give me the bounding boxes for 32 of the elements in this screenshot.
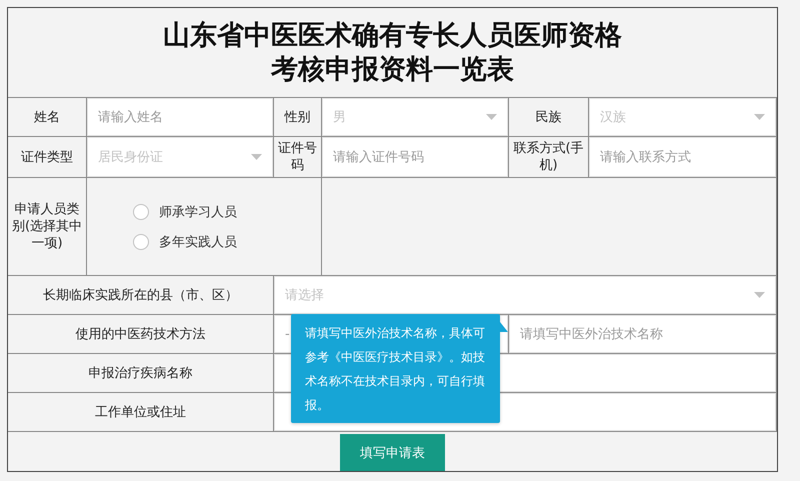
field-label: 申报治疗疾病名称 xyxy=(88,364,194,382)
radio-option[interactable]: 多年实践人员 xyxy=(133,232,237,250)
select-field[interactable]: 男 xyxy=(322,98,508,136)
field-label: 姓名 xyxy=(33,108,61,126)
field-label: 使用的中医药技术方法 xyxy=(74,326,206,342)
input-field[interactable]: 请输入证件号码 xyxy=(322,137,508,177)
tooltip-pointer-icon xyxy=(500,322,508,332)
select-field[interactable]: 请选择 xyxy=(274,276,776,314)
select-field[interactable]: 汉族 xyxy=(589,98,776,136)
input-field[interactable]: 请输入姓名 xyxy=(87,98,273,136)
caret-icon xyxy=(251,154,262,160)
submit-button[interactable]: 填写申请表 xyxy=(340,434,445,471)
field-label: 证件类型 xyxy=(20,148,74,166)
page-title: 山东省中医医术确有专长人员医师资格 xyxy=(163,18,622,52)
field-label: 证件号码 xyxy=(277,140,318,174)
field-label: 性别 xyxy=(283,108,312,126)
field-label: 长期临床实践所在的县（市、区） xyxy=(42,286,239,304)
caret-icon xyxy=(754,114,765,120)
field-label: 工作单位或住址 xyxy=(94,404,187,420)
radio-label: 多年实践人员 xyxy=(159,234,237,250)
select-field[interactable]: 居民身份证 xyxy=(87,137,273,177)
input-field[interactable]: 请输入联系方式 xyxy=(589,137,776,177)
tooltip: 请填写中医外治技术名称，具体可参考《中医医疗技术目录》。如技术名称不在技术目录内，可自行填报。 xyxy=(291,314,500,423)
caret-icon xyxy=(486,114,497,120)
field-label: 联系方式(手机) xyxy=(512,140,585,174)
field-label: 民族 xyxy=(534,108,562,126)
input-field[interactable]: 请填写中医外治技术名称 xyxy=(509,315,776,353)
page-title: 考核申报资料一览表 xyxy=(271,52,514,86)
field-label: 申请人员类别(选择其中一项) xyxy=(10,201,84,252)
radio-option[interactable]: 师承学习人员 xyxy=(133,202,237,220)
radio-label: 师承学习人员 xyxy=(159,204,237,220)
caret-icon xyxy=(754,292,765,298)
